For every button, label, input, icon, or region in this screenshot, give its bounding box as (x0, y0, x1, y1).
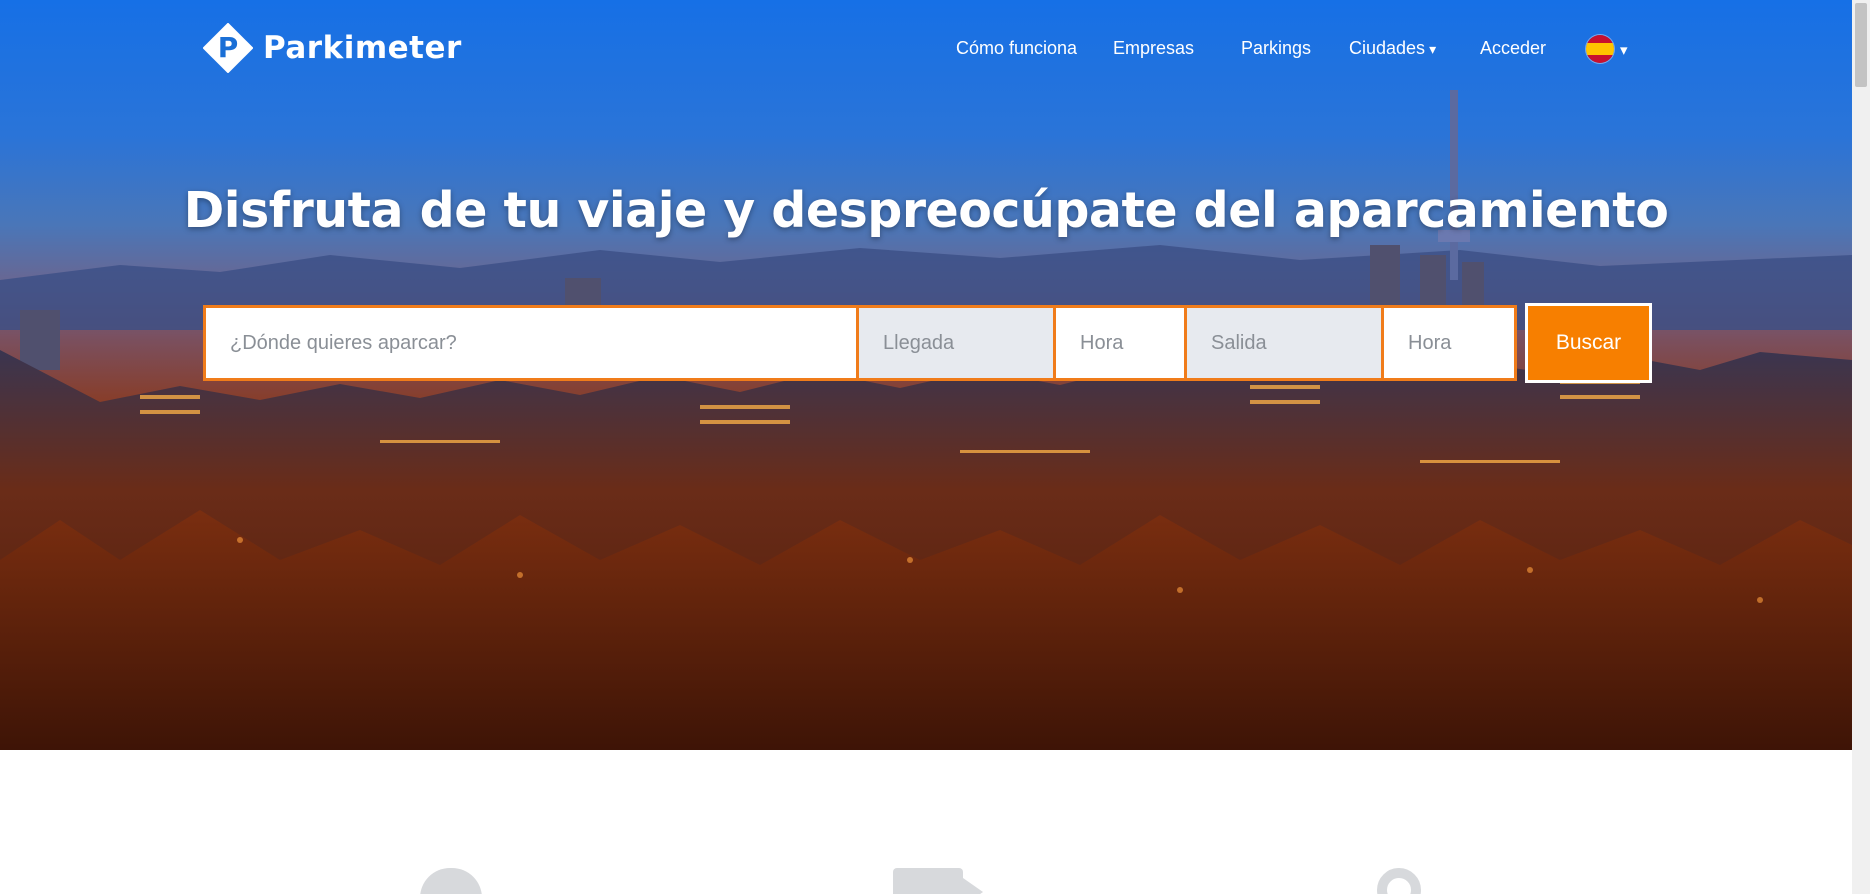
location-input[interactable]: ¿Dónde quieres aparcar? (206, 308, 859, 378)
video-camera-icon (893, 868, 983, 894)
nav-companies[interactable]: Empresas (1113, 38, 1194, 59)
spain-flag-icon[interactable] (1586, 35, 1614, 63)
nav-login[interactable]: Acceder (1480, 38, 1546, 59)
parking-search-form: ¿Dónde quieres aparcar? Llegada Hora Sal… (203, 305, 1517, 381)
nav-cities-label: Ciudades (1349, 38, 1426, 58)
top-navigation: Cómo funciona Empresas Parkings Ciudades… (0, 38, 1852, 68)
departure-date-input[interactable]: Salida (1187, 308, 1384, 378)
departure-time-input[interactable]: Hora (1384, 308, 1514, 378)
arrival-date-input[interactable]: Llegada (859, 308, 1056, 378)
hero-headline: Disfruta de tu viaje y despreocúpate del… (183, 182, 1669, 239)
location-pin-icon (1377, 868, 1421, 894)
chevron-down-icon: ▾ (1429, 41, 1437, 57)
hero-banner: P Parkimeter Cómo funciona Empresas Park… (0, 0, 1852, 750)
vertical-scrollbar[interactable] (1852, 0, 1870, 894)
heart-icon (420, 868, 482, 894)
nav-cities[interactable]: Ciudades ▾ (1349, 38, 1436, 59)
language-chevron-down-icon[interactable]: ▾ (1620, 41, 1628, 59)
nav-parkings[interactable]: Parkings (1241, 38, 1311, 59)
page: P Parkimeter Cómo funciona Empresas Park… (0, 0, 1852, 894)
arrival-time-input[interactable]: Hora (1056, 308, 1187, 378)
scrollbar-thumb[interactable] (1855, 3, 1867, 87)
search-button[interactable]: Buscar (1525, 303, 1652, 383)
nav-how-it-works[interactable]: Cómo funciona (956, 38, 1077, 59)
